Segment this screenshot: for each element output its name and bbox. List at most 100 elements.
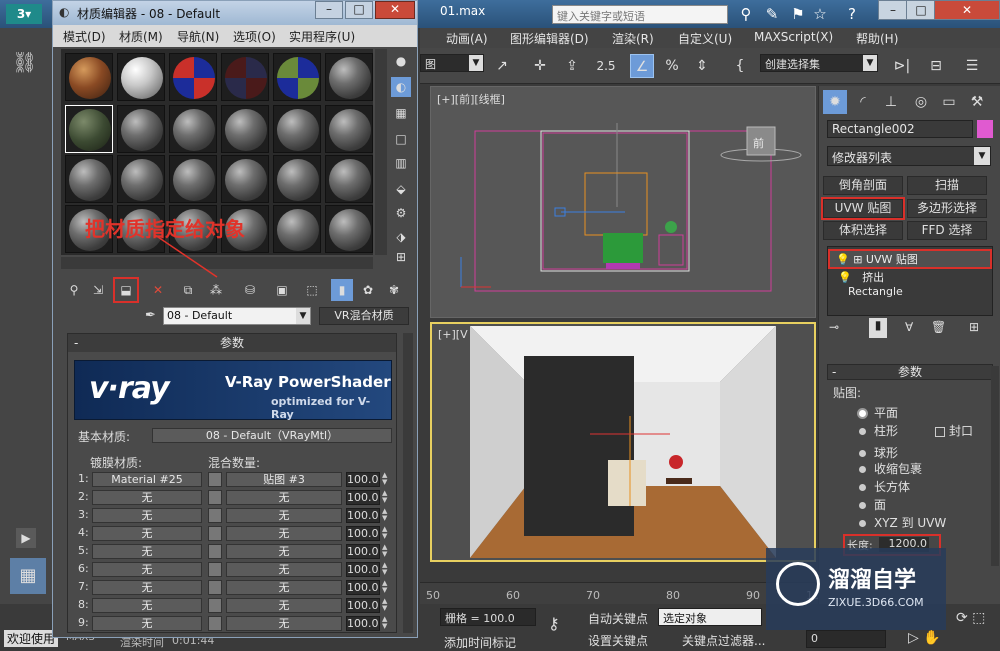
blend-color-swatch[interactable] xyxy=(208,508,222,523)
key-icon[interactable]: ⚷ xyxy=(548,614,560,633)
mapping-xyz-to-uvw-radio[interactable]: XYZ 到 UVW xyxy=(859,514,946,530)
named-selection-combo[interactable]: 创建选择集 ▼ xyxy=(760,54,878,72)
viewport-layout-icon[interactable]: ▦ xyxy=(10,558,46,594)
blend-amount-field[interactable]: 100.0 xyxy=(346,544,380,559)
blend-amount-spinner-icon[interactable]: ▲ ▼ xyxy=(382,580,390,595)
blend-color-swatch[interactable] xyxy=(208,490,222,505)
blend-color-swatch[interactable] xyxy=(208,616,222,631)
play-icon[interactable]: ▶ xyxy=(16,528,36,548)
blend-amount-spinner-icon[interactable]: ▲ ▼ xyxy=(382,562,390,577)
blend-amount-field[interactable]: 100.0 xyxy=(346,616,380,631)
mated-menu-material[interactable]: 材质(M) xyxy=(119,28,163,45)
remove-modifier-icon[interactable]: 🗑 xyxy=(931,320,946,334)
put-to-library-icon[interactable]: ⛁ xyxy=(239,279,261,301)
eyedropper-icon[interactable]: ✒ xyxy=(145,308,156,323)
uv-tiling-icon[interactable]: □ xyxy=(391,129,411,149)
cap-checkbox[interactable]: 封口 xyxy=(935,422,973,439)
make-copy-icon[interactable]: ⧉ xyxy=(177,279,199,301)
frame-field[interactable]: 0 xyxy=(806,630,886,648)
communication-center-icon[interactable]: ⚑ xyxy=(788,4,808,24)
blend-amount-spinner-icon[interactable]: ▲ ▼ xyxy=(382,490,390,505)
coat-material-button[interactable]: 无 xyxy=(92,580,202,595)
blend-amount-field[interactable]: 100.0 xyxy=(346,490,380,505)
params-scrollbar[interactable] xyxy=(403,333,413,633)
sample-slot[interactable] xyxy=(325,155,373,203)
sample-slot[interactable] xyxy=(325,205,373,253)
blend-amount-spinner-icon[interactable]: ▲ ▼ xyxy=(382,598,390,613)
utilities-tab-icon[interactable]: ⚒ xyxy=(965,90,989,114)
material-editor-titlebar[interactable]: ◐ 材质编辑器 - 08 - Default – □ ✕ xyxy=(53,1,417,25)
sample-slot[interactable] xyxy=(169,53,217,101)
coat-material-button[interactable]: 无 xyxy=(92,508,202,523)
sample-slot[interactable] xyxy=(117,53,165,101)
blend-map-button[interactable]: 无 xyxy=(226,616,342,631)
material-map-navigator-icon[interactable]: ⊞ xyxy=(391,247,411,267)
set-key-button[interactable]: 设置关键点 xyxy=(588,632,648,649)
spinner-snap-icon[interactable]: ⇕ xyxy=(690,54,714,78)
stack-item-rectangle[interactable]: Rectangle xyxy=(848,285,903,301)
sample-slot[interactable] xyxy=(221,105,269,153)
blend-map-button[interactable]: 无 xyxy=(226,508,342,523)
viewcube-label[interactable]: 前 xyxy=(753,135,764,151)
menu-graph-editors[interactable]: 图形编辑器(D) xyxy=(510,30,589,47)
app-logo-icon[interactable]: 3▾ xyxy=(6,4,42,24)
blend-color-swatch[interactable] xyxy=(208,526,222,541)
menu-maxscript[interactable]: MAXScript(X) xyxy=(754,30,833,44)
select-manipulate-icon[interactable]: ↗ xyxy=(490,54,514,78)
blend-color-swatch[interactable] xyxy=(208,598,222,613)
mated-menu-options[interactable]: 选项(O) xyxy=(233,28,276,45)
sample-slot[interactable] xyxy=(273,53,321,101)
key-filters-button[interactable]: 关键点过滤器... xyxy=(682,632,765,649)
minimize-button[interactable]: – xyxy=(878,0,908,20)
hierarchy-tab-icon[interactable]: ⊥ xyxy=(879,90,903,114)
coat-material-button[interactable]: 无 xyxy=(92,526,202,541)
sample-slot-selected[interactable] xyxy=(65,105,113,153)
menu-rendering[interactable]: 渲染(R) xyxy=(612,30,654,47)
create-tab-icon[interactable]: ✹ xyxy=(823,90,847,114)
layer-manager-icon[interactable]: ☰ xyxy=(960,54,984,78)
mated-menu-modes[interactable]: 模式(D) xyxy=(63,28,106,45)
angle-snap-icon[interactable]: ∠ xyxy=(630,54,654,78)
blend-map-button[interactable]: 无 xyxy=(226,598,342,613)
perspective-viewport[interactable]: [+][V xyxy=(430,322,816,562)
view-combo[interactable]: 图 ▼ xyxy=(420,54,484,72)
coat-material-button[interactable]: 无 xyxy=(92,598,202,613)
menu-customize[interactable]: 自定义(U) xyxy=(678,30,732,47)
binoculars-icon[interactable]: ⚲ xyxy=(736,4,756,24)
mirror-icon[interactable]: ⊳| xyxy=(890,54,914,78)
wrench-icon[interactable]: ✎ xyxy=(762,4,782,24)
coat-material-button[interactable]: 无 xyxy=(92,544,202,559)
vol-select-button[interactable]: 体积选择 xyxy=(823,221,903,240)
sample-slot[interactable] xyxy=(117,105,165,153)
reset-material-icon[interactable]: ✕ xyxy=(147,279,169,301)
modify-tab-icon[interactable]: ◜ xyxy=(851,90,875,114)
percent-snap-icon[interactable]: % xyxy=(660,54,684,78)
put-to-scene-icon[interactable]: ⇲ xyxy=(87,279,109,301)
mated-maximize-button[interactable]: □ xyxy=(345,1,373,19)
coat-material-button[interactable]: 无 xyxy=(92,616,202,631)
sample-slot[interactable] xyxy=(117,155,165,203)
poly-select-button[interactable]: 多边形选择 xyxy=(907,199,987,218)
front-viewport[interactable]: [+][前][线框] 前 xyxy=(430,86,816,318)
blend-map-button[interactable]: 贴图 #3 xyxy=(226,472,342,487)
material-name-field[interactable]: 08 - Default ▼ xyxy=(163,307,311,325)
mapping-planar-radio[interactable]: 平面 xyxy=(859,404,898,420)
close-button[interactable]: ✕ xyxy=(934,0,1000,20)
sample-slot[interactable] xyxy=(325,105,373,153)
blend-amount-field[interactable]: 100.0 xyxy=(346,508,380,523)
get-material-icon[interactable]: ⚲ xyxy=(63,279,85,301)
blend-map-button[interactable]: 无 xyxy=(226,580,342,595)
coat-material-button[interactable]: 无 xyxy=(92,490,202,505)
timeline-ruler[interactable]: 50 60 70 80 90 10 xyxy=(420,582,820,604)
sample-type-icon[interactable]: ● xyxy=(391,51,411,71)
sample-slot[interactable] xyxy=(65,53,113,101)
mated-menu-utilities[interactable]: 实用程序(U) xyxy=(289,28,355,45)
sample-slot[interactable] xyxy=(169,155,217,203)
video-color-check-icon[interactable]: ▥ xyxy=(391,153,411,173)
backlight-icon[interactable]: ◐ xyxy=(391,77,411,97)
blend-amount-field[interactable]: 100.0 xyxy=(346,562,380,577)
show-map-icon[interactable]: ⬚ xyxy=(301,279,323,301)
sample-slot[interactable] xyxy=(273,205,321,253)
motion-tab-icon[interactable]: ◎ xyxy=(909,90,933,114)
blend-map-button[interactable]: 无 xyxy=(226,562,342,577)
